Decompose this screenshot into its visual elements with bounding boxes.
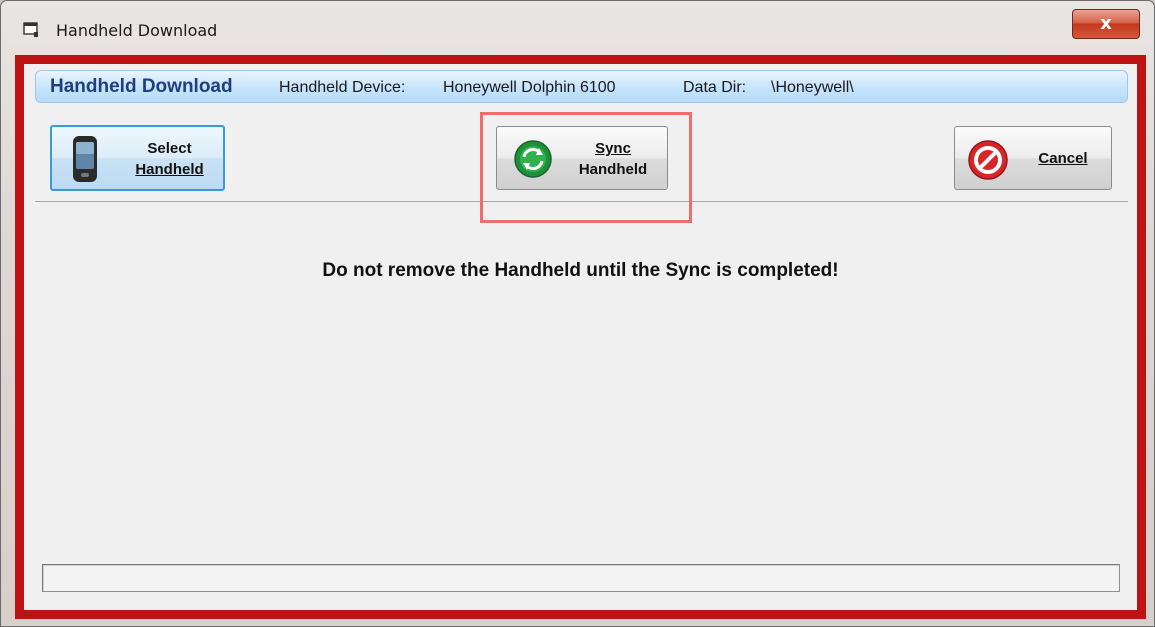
header-bar: Handheld Download Handheld Device: Honey… [35, 70, 1128, 103]
close-icon: x [1100, 13, 1112, 34]
toolbar: Select Handheld Sync Handheld Cancel [35, 116, 1128, 202]
sync-handheld-label-2: Handheld [578, 161, 648, 178]
sync-warning-message: Do not remove the Handheld until the Syn… [322, 260, 839, 281]
select-handheld-label-2: Handheld [135, 161, 204, 178]
cancel-label: Cancel [1038, 150, 1088, 167]
device-value: Honeywell Dolphin 6100 [443, 79, 616, 96]
data-dir-label: Data Dir: [683, 79, 747, 96]
device-label: Handheld Device: [279, 79, 406, 96]
header-title: Handheld Download [50, 76, 233, 97]
cancel-button[interactable]: Cancel [954, 126, 1112, 190]
sync-arrows-icon [514, 140, 552, 178]
handheld-phone-icon [73, 136, 97, 182]
client-area: Handheld Download Handheld Device: Honey… [24, 64, 1137, 610]
no-entry-icon [968, 140, 1008, 180]
select-handheld-button[interactable]: Select Handheld [50, 125, 225, 191]
data-dir-value: \Honeywell\ [771, 79, 854, 96]
app-window: Handheld Download x Handheld Download Ha… [0, 0, 1155, 627]
title-bar[interactable]: Handheld Download x [1, 1, 1154, 55]
sync-handheld-label-1: Sync [595, 140, 631, 157]
close-button[interactable]: x [1072, 9, 1140, 39]
progress-bar [42, 564, 1120, 592]
select-handheld-label-1: Select [147, 140, 192, 157]
app-window-icon [23, 22, 38, 37]
sync-handheld-button[interactable]: Sync Handheld [496, 126, 668, 190]
window-title: Handheld Download [56, 21, 218, 40]
